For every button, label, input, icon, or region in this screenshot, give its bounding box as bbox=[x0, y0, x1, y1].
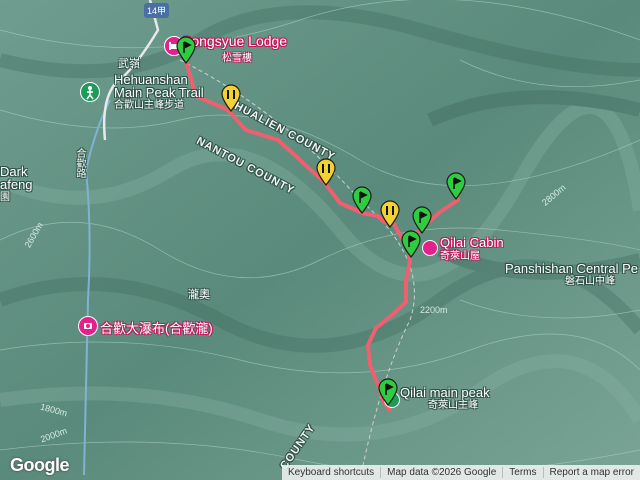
yellow-waypoint-pin-icon[interactable] bbox=[221, 84, 241, 112]
terms-link[interactable]: Terms bbox=[502, 467, 542, 478]
road-shield-icon: 14甲 bbox=[144, 3, 170, 18]
green-waypoint-pin-icon[interactable] bbox=[378, 378, 398, 406]
trail-name-line2: Main Peak Trail bbox=[114, 85, 204, 100]
lodge-name: Songsyue Lodge bbox=[182, 33, 288, 49]
trail-name-zh: 合歡山主峰步道 bbox=[114, 100, 184, 111]
cabin-label[interactable]: Qilai Cabin 奇萊山屋 bbox=[440, 236, 504, 264]
dark-line2: afeng bbox=[0, 177, 33, 192]
yellow-waypoint-pin-icon[interactable] bbox=[380, 200, 400, 228]
lodge-label[interactable]: Songsyue Lodge 松雪樓 bbox=[182, 33, 287, 64]
green-waypoint-pin-icon[interactable] bbox=[401, 230, 421, 258]
road-vertical-text: 合歡路 bbox=[74, 148, 85, 178]
cabin-name: Qilai Cabin bbox=[440, 235, 504, 250]
road-shield-label: 14甲 bbox=[147, 6, 167, 16]
green-waypoint-pin-icon[interactable] bbox=[446, 172, 466, 200]
cabin-icon[interactable] bbox=[422, 240, 438, 256]
waterfall-label[interactable]: 合歡大瀑布(合歡瀧) bbox=[100, 318, 213, 337]
map-canvas[interactable] bbox=[0, 0, 640, 480]
contour-label: 2200m bbox=[420, 305, 448, 315]
cabin-name-zh: 奇萊山屋 bbox=[440, 251, 480, 262]
keyboard-shortcuts-link[interactable]: Keyboard shortcuts bbox=[282, 467, 380, 478]
panshishan-name: Panshishan Central Pe bbox=[505, 261, 638, 276]
google-logo[interactable]: Google bbox=[10, 455, 70, 476]
trail-label[interactable]: Hehuanshan Main Peak Trail 合歡山主峰步道 bbox=[114, 73, 204, 112]
dark-line3: 園 bbox=[0, 192, 10, 203]
peak-label[interactable]: Qilai main peak 奇萊山主峰 bbox=[400, 386, 490, 412]
map-data-label: Map data ©2026 Google bbox=[380, 467, 502, 478]
dark-sky-label[interactable]: Dark afeng 園 bbox=[0, 165, 33, 204]
panshishan-name-zh: 磐石山中峰 bbox=[565, 276, 615, 287]
waterfall-icon[interactable] bbox=[78, 316, 98, 336]
lodge-name-zh: 松雪樓 bbox=[222, 53, 252, 64]
trail-icon[interactable] bbox=[80, 82, 100, 102]
report-map-error-link[interactable]: Report a map error bbox=[542, 467, 640, 478]
panshishan-label[interactable]: Panshishan Central Pe 磐石山中峰 bbox=[505, 262, 638, 288]
green-waypoint-pin-icon[interactable] bbox=[352, 186, 372, 214]
attribution-bar: Keyboard shortcuts Map data ©2026 Google… bbox=[281, 465, 640, 480]
green-waypoint-pin-icon[interactable] bbox=[176, 36, 196, 64]
place-taoao: 瀧奧 bbox=[188, 289, 210, 301]
peak-name-zh: 奇萊山主峰 bbox=[428, 400, 478, 411]
yellow-waypoint-pin-icon[interactable] bbox=[316, 158, 336, 186]
place-wuling: 武嶺 bbox=[118, 58, 140, 70]
google-logo-text: Google bbox=[10, 455, 70, 475]
road-vertical-label: 合歡路 bbox=[72, 148, 87, 178]
peak-name: Qilai main peak bbox=[400, 385, 490, 400]
